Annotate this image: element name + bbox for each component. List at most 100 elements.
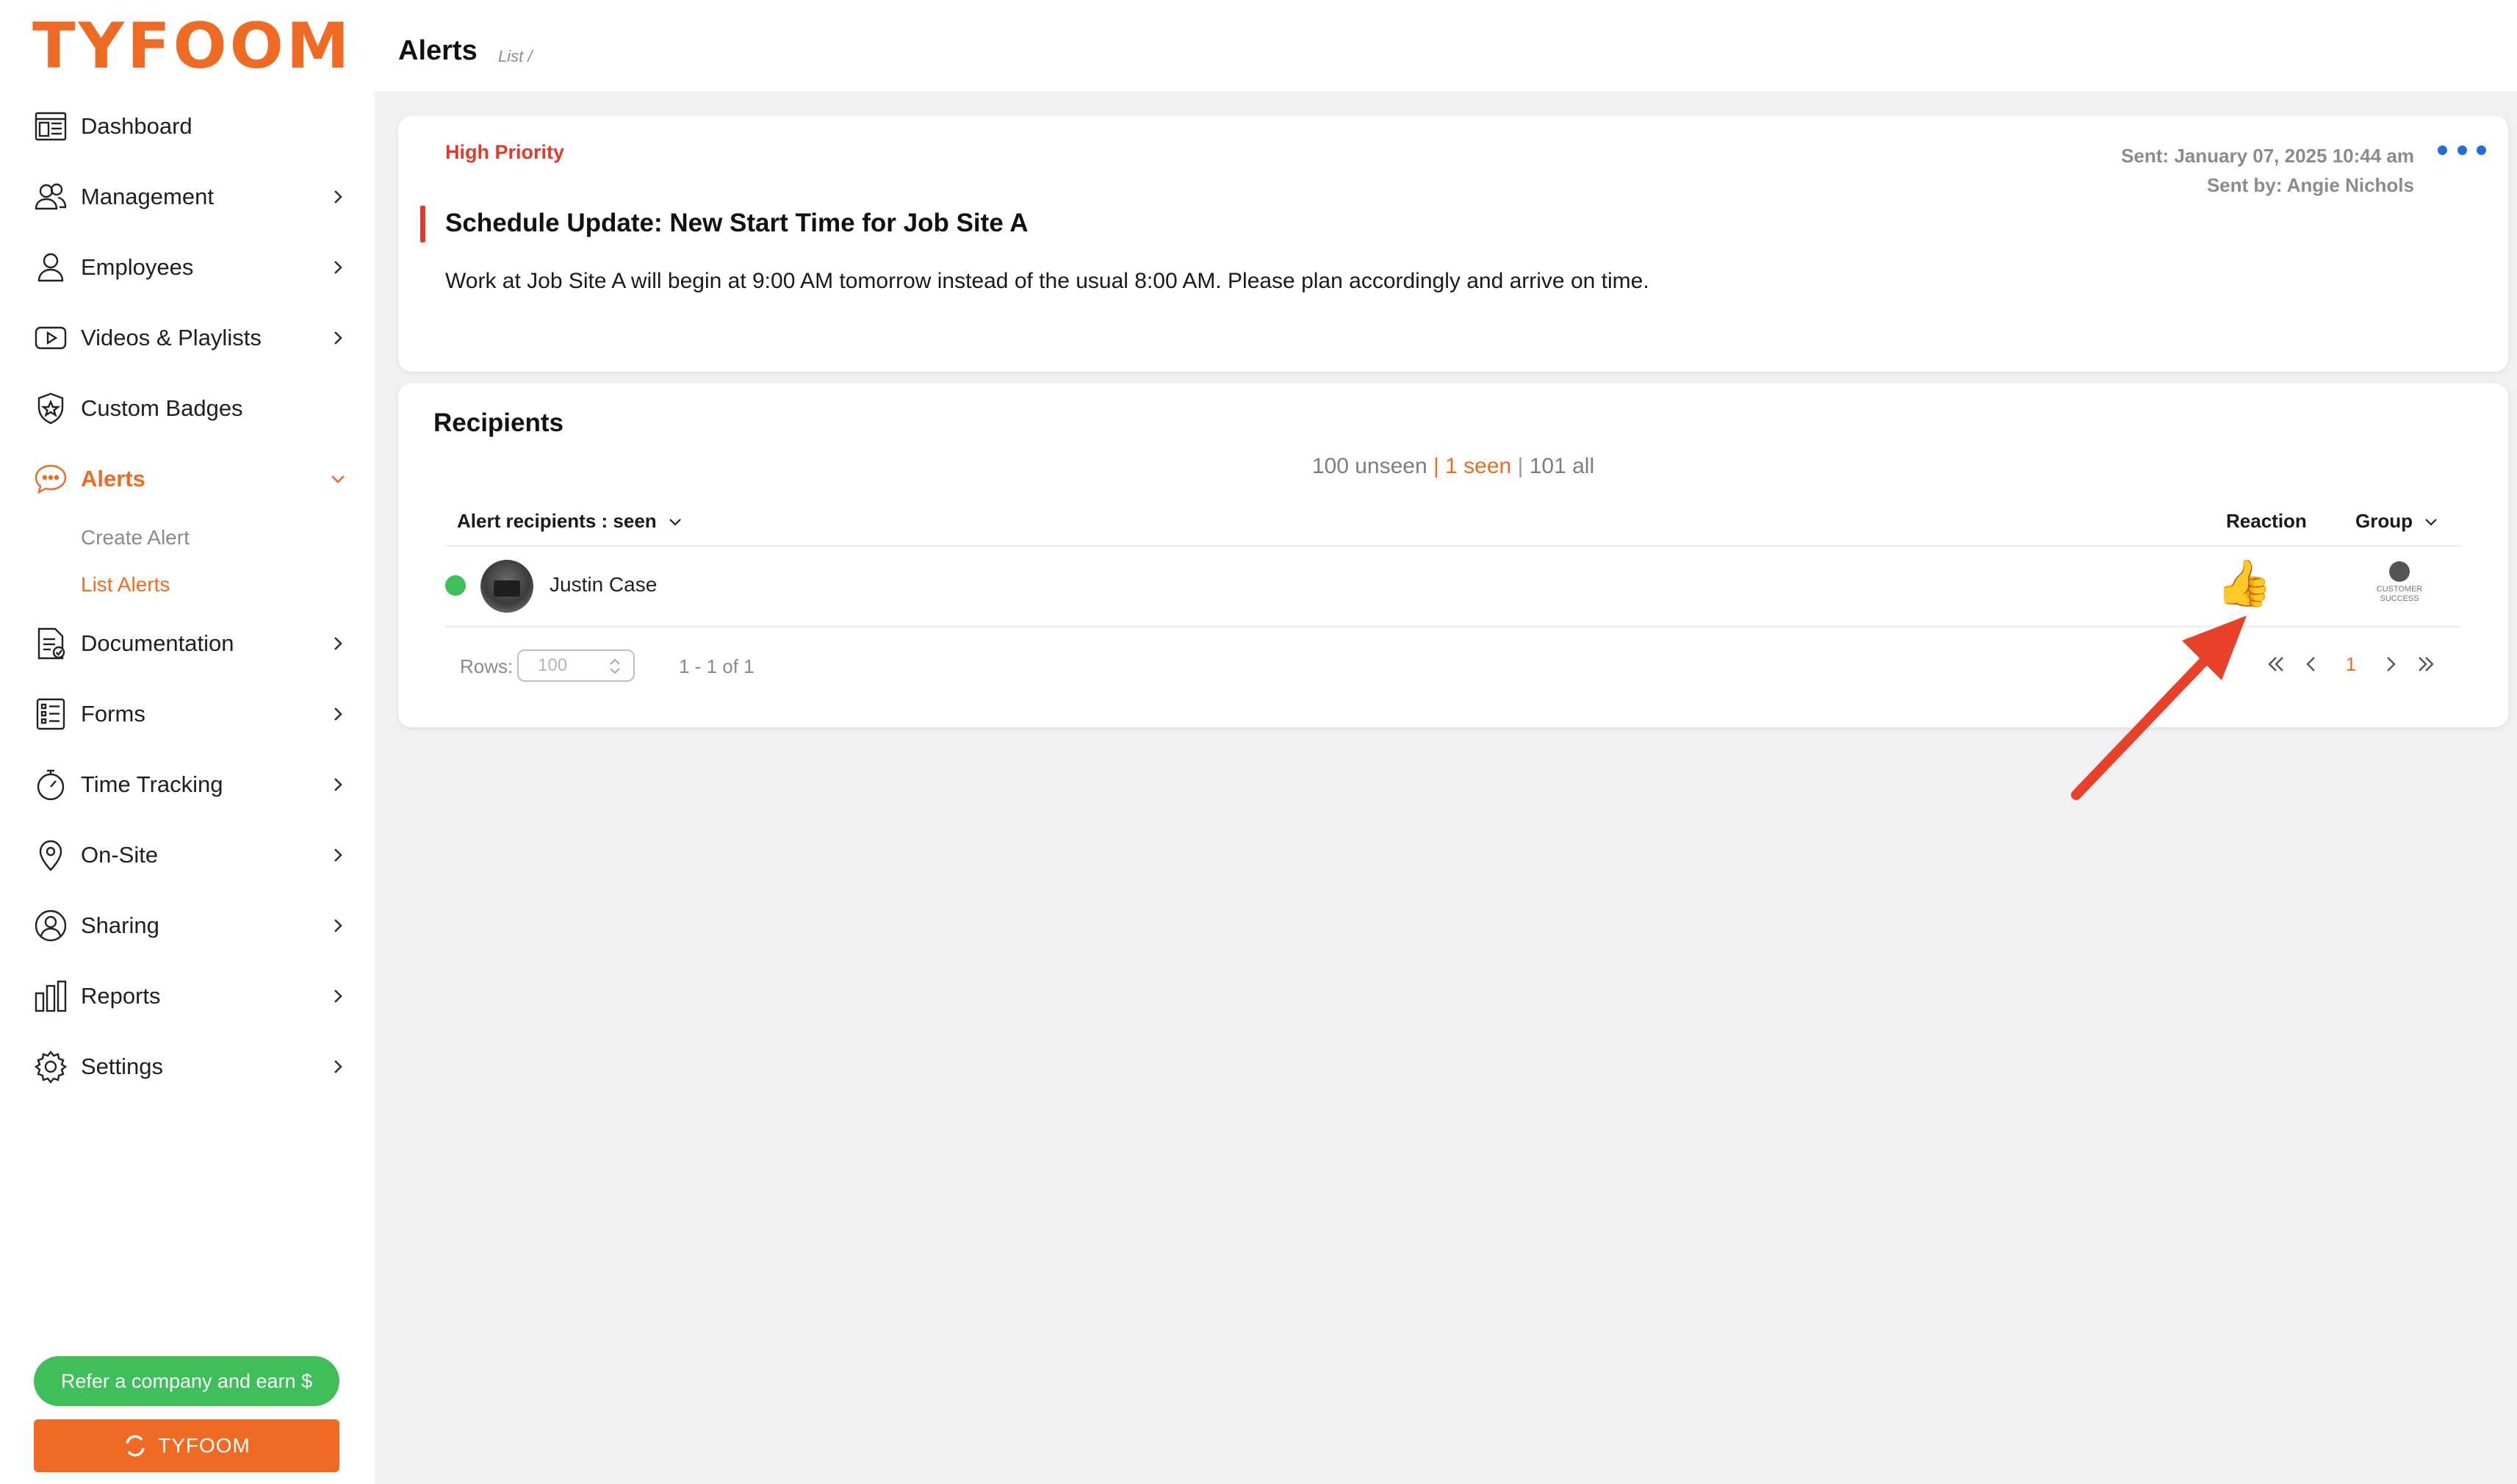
more-options-icon[interactable] xyxy=(2438,135,2486,165)
sidebar-nav: Dashboard Management Employees Videos & … xyxy=(0,91,375,1102)
sidebar-item-reports[interactable]: Reports xyxy=(0,961,375,1031)
sidebar: TYFOOM Dashboard Management Employees Vi… xyxy=(0,0,375,1484)
column-header-reaction: Reaction xyxy=(2226,510,2307,533)
users-icon xyxy=(32,179,69,215)
sidebar-item-sharing[interactable]: Sharing xyxy=(0,890,375,961)
sidebar-item-label: Sharing xyxy=(81,912,159,938)
badge-icon xyxy=(32,390,69,427)
sidebar-item-documentation[interactable]: Documentation xyxy=(0,608,375,679)
column-header-label: Alert recipients : seen xyxy=(457,510,657,532)
thumbs-up-icon: 👍 xyxy=(2216,558,2273,609)
rows-label: Rows: xyxy=(460,655,514,677)
sent-date: Sent: January 07, 2025 10:44 am xyxy=(2121,145,2414,167)
last-page-button[interactable] xyxy=(2408,646,2444,682)
group-label: CUSTOMER SUCCESS xyxy=(2376,585,2423,603)
recipients-card: Recipients 100 unseen | 1 seen | 101 all… xyxy=(398,383,2508,727)
sidebar-item-label: On-Site xyxy=(81,842,159,868)
tyfoom-swirl-icon xyxy=(126,1435,145,1457)
sidebar-item-label: Dashboard xyxy=(81,113,192,139)
alert-title: Schedule Update: New Start Time for Job … xyxy=(445,209,1029,237)
alert-meta: Sent: January 07, 2025 10:44 am Sent by:… xyxy=(2121,141,2414,200)
first-page-button[interactable] xyxy=(2258,646,2294,682)
filter-unseen[interactable]: 100 unseen xyxy=(1312,454,1427,478)
avatar xyxy=(480,560,533,613)
tyfoom-logo[interactable]: TYFOOM xyxy=(32,15,352,78)
sidebar-item-label: Videos & Playlists xyxy=(81,325,262,350)
alert-body: Work at Job Site A will begin at 9:00 AM… xyxy=(445,269,1649,293)
pagination-range: 1 - 1 of 1 xyxy=(679,655,755,677)
prev-page-button[interactable] xyxy=(2294,646,2329,682)
alert-detail-card: High Priority Sent: January 07, 2025 10:… xyxy=(398,116,2508,372)
sidebar-item-forms[interactable]: Forms xyxy=(0,679,375,749)
chevron-right-icon xyxy=(334,261,342,274)
priority-indicator-bar xyxy=(420,206,425,242)
filter-all[interactable]: 101 all xyxy=(1530,454,1594,478)
sidebar-item-label: Documentation xyxy=(81,630,234,656)
sidebar-item-time-tracking[interactable]: Time Tracking xyxy=(0,749,375,820)
stepper-icon xyxy=(610,658,620,674)
list-icon xyxy=(32,696,69,732)
seen-filter-bar: 100 unseen | 1 seen | 101 all xyxy=(1311,454,1595,478)
double-chevron-left-icon xyxy=(2268,657,2283,671)
sidebar-item-videos-playlists[interactable]: Videos & Playlists xyxy=(0,303,375,373)
sidebar-item-custom-badges[interactable]: Custom Badges xyxy=(0,373,375,444)
chevron-down-icon xyxy=(2425,518,2437,526)
top-header: Alerts List / xyxy=(375,0,2517,91)
rows-per-page-select[interactable]: 100 xyxy=(517,649,635,682)
sidebar-item-label: Time Tracking xyxy=(81,771,223,797)
column-header-recipients[interactable]: Alert recipients : seen xyxy=(457,510,685,533)
sidebar-item-label: Management xyxy=(81,184,214,209)
sidebar-item-alerts[interactable]: Alerts xyxy=(0,444,375,514)
pagination: 1 xyxy=(2258,646,2444,682)
chevron-right-icon xyxy=(334,1060,342,1073)
sidebar-item-label: Settings xyxy=(81,1053,164,1079)
chevron-right-icon xyxy=(334,919,342,932)
sidebar-item-employees[interactable]: Employees xyxy=(0,232,375,303)
chevron-right-icon xyxy=(334,637,342,650)
group-icon xyxy=(2389,561,2410,582)
logo-text: TYFOOM xyxy=(32,10,353,83)
refer-company-button[interactable]: Refer a company and earn $ xyxy=(34,1356,339,1406)
double-chevron-right-icon xyxy=(2419,657,2434,671)
online-status-dot xyxy=(445,575,466,596)
sidebar-item-management[interactable]: Management xyxy=(0,162,375,232)
recipient-name[interactable]: Justin Case xyxy=(550,573,657,597)
next-page-button[interactable] xyxy=(2373,646,2408,682)
page-title: Alerts xyxy=(398,35,478,66)
chevron-right-icon xyxy=(334,707,342,721)
user-icon xyxy=(32,249,69,286)
chevron-right-icon xyxy=(2387,657,2396,671)
sent-by: Sent by: Angie Nichols xyxy=(2206,174,2414,196)
sidebar-item-on-site[interactable]: On-Site xyxy=(0,820,375,890)
sidebar-item-label: Custom Badges xyxy=(81,395,243,421)
column-header-group[interactable]: Group xyxy=(2355,510,2441,533)
tyfoom-button-label: TYFOOM xyxy=(158,1434,251,1457)
chevron-left-icon xyxy=(2306,657,2315,671)
table-row[interactable]: Justin Case 👍 CUSTOMER SUCCESS xyxy=(445,545,2461,626)
alerts-subnav: Create Alert List Alerts xyxy=(0,514,375,608)
subnav-create-alert[interactable]: Create Alert xyxy=(81,514,375,561)
column-header-label: Group xyxy=(2355,510,2413,532)
group-badge: CUSTOMER SUCCESS xyxy=(2370,561,2429,604)
dashboard-icon xyxy=(32,108,69,145)
tyfoom-button[interactable]: TYFOOM xyxy=(34,1419,339,1472)
recipients-title: Recipients xyxy=(433,408,563,437)
chat-bubble-icon xyxy=(32,461,69,497)
priority-label: High Priority xyxy=(445,141,565,163)
rows-per-page-value: 100 xyxy=(538,655,568,675)
chevron-down-icon xyxy=(331,475,345,483)
column-header-label: Reaction xyxy=(2226,510,2307,532)
sidebar-item-dashboard[interactable]: Dashboard xyxy=(0,91,375,162)
filter-seen[interactable]: 1 seen xyxy=(1445,454,1511,478)
sidebar-item-label: Forms xyxy=(81,701,145,727)
play-icon xyxy=(32,320,69,356)
sidebar-item-settings[interactable]: Settings xyxy=(0,1031,375,1102)
divider xyxy=(445,626,2461,627)
sidebar-item-label: Alerts xyxy=(81,466,145,491)
chevron-right-icon xyxy=(334,331,342,345)
breadcrumb[interactable]: List / xyxy=(498,47,532,66)
bar-chart-icon xyxy=(32,978,69,1015)
share-icon xyxy=(32,907,69,944)
page-number[interactable]: 1 xyxy=(2333,646,2369,682)
subnav-list-alerts[interactable]: List Alerts xyxy=(81,561,375,608)
